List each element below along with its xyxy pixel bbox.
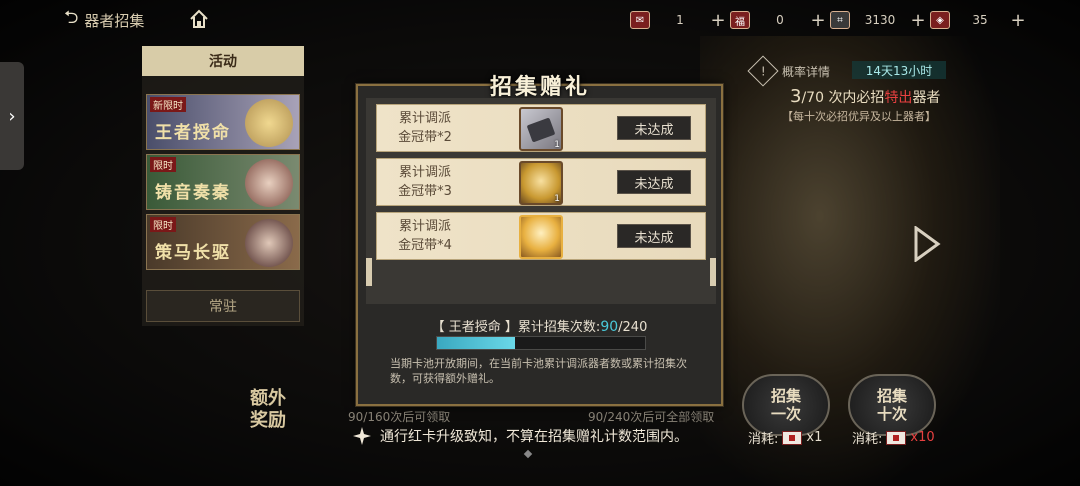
back-arrow-icon: ⮌: [64, 7, 79, 28]
banner-cema[interactable]: 限时 策马长驱: [146, 214, 300, 270]
notice-bar: 通行红卡升级致知，不算在招集赠礼计数范围内。: [352, 426, 688, 446]
recruit-gift-modal: 招集赠礼 累计调派 金冠带*2 1 未达成 累计调派 金冠带*3 1 未达成 累…: [356, 74, 723, 406]
banner-portrait: [245, 219, 293, 267]
home-icon[interactable]: [188, 8, 210, 30]
modal-description: 当期卡池开放期间，在当前卡池累计调派器者数或累计招集次数，可获得额外赠礼。: [390, 357, 687, 385]
pool-timer: 14天13小时: [852, 61, 946, 79]
cost-ten: 消耗: x10: [852, 430, 935, 447]
scroll-indicator-left: [366, 258, 372, 286]
reward-list[interactable]: 累计调派 金冠带*2 1 未达成 累计调派 金冠带*3 1 未达成 累计调派 金…: [366, 98, 716, 304]
top-bar: ⮌ 器者招集 ✉ 1 + 福 0 + ⌗ 3130 + ◈ 35 +: [40, 6, 1040, 34]
sparkle-icon: [353, 427, 371, 445]
lucky-bag-icon: 福: [730, 11, 750, 29]
claim-status-button[interactable]: 未达成: [617, 116, 691, 140]
pull-ten-button[interactable]: 招集 十次: [848, 374, 936, 436]
chevron-right-icon: ›: [8, 105, 16, 127]
banner-list: 活动 新限时 王者授命 限时 铸音奏秦 限时 策马长驱 常驻: [142, 46, 304, 326]
banner-zhuyin[interactable]: 限时 铸音奏秦: [146, 154, 300, 210]
red-envelope-icon: [886, 430, 907, 445]
gem-icon: ◈: [930, 11, 950, 29]
pity-subtext: 【每十次必招优异及以上器者】: [782, 110, 936, 123]
resource-lucky-bag: 福 0 +: [730, 9, 826, 31]
progress-fill: [437, 337, 515, 349]
banner-portrait: [245, 99, 293, 147]
add-coin-button[interactable]: +: [910, 10, 926, 31]
reward-item-icon[interactable]: 1: [519, 161, 563, 205]
next-banner-arrow-icon[interactable]: [912, 226, 942, 262]
add-lucky-bag-button[interactable]: +: [810, 10, 826, 31]
alert-icon: !: [747, 55, 779, 87]
resource-coin: ⌗ 3130 +: [830, 9, 926, 31]
banner-wangzhe[interactable]: 新限时 王者授命: [146, 94, 300, 150]
recruit-progress-bar: [436, 336, 646, 350]
red-envelope-icon: ✉: [630, 11, 650, 29]
regular-pool-button[interactable]: 常驻: [146, 290, 300, 322]
activity-header: 活动: [142, 46, 304, 76]
claim-status-button[interactable]: 未达成: [617, 224, 691, 248]
cost-one: 消耗: x1: [748, 430, 823, 447]
back-button[interactable]: ⮌ 器者招集: [64, 7, 184, 32]
reward-row: 累计调派 金冠带*4 未达成: [376, 212, 706, 260]
reward-item-icon[interactable]: 1: [519, 107, 563, 151]
reward-row: 累计调派 金冠带*2 1 未达成: [376, 104, 706, 152]
red-envelope-icon: [782, 430, 803, 445]
add-gem-button[interactable]: +: [1010, 10, 1026, 31]
banner-portrait: [245, 159, 293, 207]
resource-red-envelope: ✉ 1 +: [630, 9, 726, 31]
reward-progress-left: 90/160次后可领取: [348, 410, 451, 424]
pity-counter: 3/70 次内必招特出器者: [790, 86, 941, 107]
reward-row: 累计调派 金冠带*3 1 未达成: [376, 158, 706, 206]
scrollbar-thumb[interactable]: [710, 258, 716, 286]
reward-progress-right: 90/240次后可全部领取: [588, 410, 715, 424]
reward-item-icon[interactable]: [519, 215, 563, 259]
claim-status-button[interactable]: 未达成: [617, 170, 691, 194]
add-red-envelope-button[interactable]: +: [710, 10, 726, 31]
extra-reward-label: 额外 奖励: [250, 388, 286, 431]
resource-gem: ◈ 35 +: [930, 9, 1026, 31]
screen-title: 器者招集: [84, 11, 145, 30]
pull-once-button[interactable]: 招集 一次: [742, 374, 830, 436]
game-screen: ⮌ 器者招集 ✉ 1 + 福 0 + ⌗ 3130 + ◈ 35 + › 活动 …: [0, 0, 1080, 486]
coin-icon: ⌗: [830, 11, 850, 29]
recruit-count: 【 王者授命 】累计招集次数:90/240: [431, 319, 648, 335]
probability-details-button[interactable]: ! 概率详情: [747, 55, 830, 87]
side-expand-tab[interactable]: ›: [0, 62, 24, 170]
